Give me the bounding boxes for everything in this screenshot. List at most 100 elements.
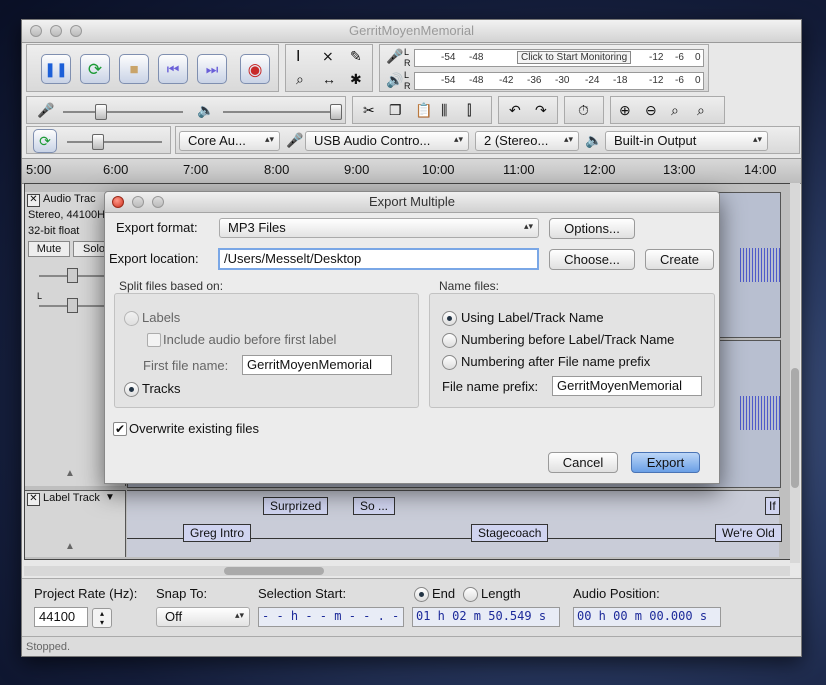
horizontal-scrollbar[interactable] <box>24 566 790 576</box>
zoom-window-button[interactable] <box>70 25 82 37</box>
skip-start-button[interactable]: ⏮ <box>158 54 188 84</box>
monitor-prompt[interactable]: Click to Start Monitoring <box>517 51 632 64</box>
mixer-toolbar: 🎤 🔈 <box>26 96 346 124</box>
transcription-toolbar: ⟳ <box>26 126 171 154</box>
labels-option-label: Labels <box>142 310 181 325</box>
play-speed-slider[interactable] <box>67 141 162 143</box>
labels-radio[interactable] <box>124 311 139 326</box>
export-format-select[interactable]: MP3 Files ▴▾ <box>219 218 539 238</box>
dialog-zoom-button[interactable] <box>152 196 164 208</box>
input-device-select[interactable]: USB Audio Contro... ▴▾ <box>305 131 469 151</box>
edit-toolbar: ✂ ❐ 📋 ⫼ ⫿ <box>352 96 492 124</box>
audio-host-select[interactable]: Core Au... ▴▾ <box>179 131 280 151</box>
zoom-out-icon[interactable]: ⊖ <box>645 103 657 117</box>
label-item[interactable]: Stagecoach <box>471 524 549 542</box>
record-meter[interactable]: -54 -48 Click to Start Monitoring -12 -6… <box>414 49 704 67</box>
fit-project-icon[interactable]: ⌕ <box>697 103 705 117</box>
label-track-panel: ✕ Label Track ▼ ▲ <box>25 490 126 557</box>
undo-icon[interactable]: ↶ <box>509 103 521 117</box>
fit-selection-icon[interactable]: ⌕ <box>671 103 679 117</box>
gain-thumb[interactable] <box>67 268 78 283</box>
vertical-scroll-thumb[interactable] <box>791 368 799 488</box>
skip-end-button[interactable]: ⏭ <box>197 54 227 84</box>
envelope-tool-icon[interactable]: ⨯ <box>322 49 334 63</box>
dialog-minimize-button[interactable] <box>132 196 144 208</box>
output-volume-slider[interactable] <box>223 111 338 113</box>
minimize-window-button[interactable] <box>50 25 62 37</box>
input-volume-slider[interactable] <box>63 111 183 113</box>
close-icon[interactable]: ✕ <box>27 493 40 506</box>
record-button[interactable]: ◉ <box>240 54 270 84</box>
selection-tool-icon[interactable]: I <box>296 49 300 65</box>
timeshift-tool-icon[interactable]: ↔ <box>322 72 336 86</box>
tracks-radio[interactable] <box>124 382 139 397</box>
options-button[interactable]: Options... <box>549 218 635 239</box>
label-item[interactable]: If <box>765 497 780 515</box>
speaker-icon: 🔊 <box>386 72 404 88</box>
cut-icon[interactable]: ✂ <box>363 103 375 117</box>
include-audio-checkbox[interactable] <box>147 333 161 347</box>
draw-tool-icon[interactable]: ✎ <box>350 49 362 63</box>
label-track-area[interactable]: Surprized So ... Greg Intro Stagecoach W… <box>127 490 782 557</box>
label-item[interactable]: So ... <box>353 497 396 515</box>
dialog-close-button[interactable] <box>112 196 124 208</box>
output-device-select[interactable]: Built-in Output ▴▾ <box>605 131 768 151</box>
cancel-button[interactable]: Cancel <box>548 452 618 473</box>
name-numbering-before-radio[interactable] <box>442 333 457 348</box>
pause-button[interactable]: ❚❚ <box>41 54 71 84</box>
length-radio[interactable] <box>463 587 478 602</box>
label-track-name[interactable]: Label Track <box>43 492 100 504</box>
input-volume-thumb[interactable] <box>95 104 107 120</box>
audio-track-name[interactable]: Audio Trac <box>43 193 96 205</box>
device-toolbar: Core Au... ▴▾ 🎤 USB Audio Contro... ▴▾ 2 (… <box>175 126 800 154</box>
zoom-tool-icon[interactable]: ⌕ <box>296 72 304 86</box>
mute-button[interactable]: Mute <box>28 241 70 257</box>
paste-icon[interactable]: 📋 <box>415 103 432 117</box>
redo-icon[interactable]: ↷ <box>535 103 547 117</box>
stop-button[interactable]: ■ <box>119 54 149 84</box>
sync-lock-icon[interactable]: ⏱ <box>578 103 589 117</box>
track-menu-icon[interactable]: ▼ <box>105 492 115 503</box>
selection-start-field[interactable]: - - h - - m - - . - - - s <box>258 607 404 627</box>
export-button[interactable]: Export <box>631 452 700 473</box>
first-file-name-field[interactable]: GerritMoyenMemorial <box>242 355 392 375</box>
vertical-scrollbar[interactable] <box>790 183 800 563</box>
chevron-updown-icon: ▴▾ <box>563 134 573 144</box>
rate-stepper[interactable]: ▴ ▾ <box>92 608 112 628</box>
snap-to-select[interactable]: Off ▴▾ <box>156 607 250 627</box>
label-item[interactable]: We're Old <box>715 524 782 542</box>
selection-end-field[interactable]: 01 h 02 m 50.549 s <box>412 607 560 627</box>
create-button[interactable]: Create <box>645 249 714 270</box>
file-name-prefix-field[interactable]: GerritMoyenMemorial <box>552 376 702 396</box>
end-radio[interactable] <box>414 587 429 602</box>
playback-meter[interactable]: -54 -48 -42 -36 -30 -24 -18 -12 -6 0 <box>414 72 704 90</box>
export-location-field[interactable]: /Users/Messelt/Desktop <box>218 248 539 270</box>
timeline-ruler[interactable]: 5:00 6:00 7:00 8:00 9:00 10:00 11:00 12:… <box>22 158 801 184</box>
pan-thumb[interactable] <box>67 298 78 313</box>
label-item[interactable]: Surprized <box>263 497 329 515</box>
label-item[interactable]: Greg Intro <box>183 524 252 542</box>
name-numbering-after-radio[interactable] <box>442 355 457 370</box>
horizontal-scroll-thumb[interactable] <box>224 567 324 575</box>
export-format-label: Export format: <box>116 220 198 235</box>
collapse-track-icon[interactable]: ▲ <box>65 541 75 552</box>
play-speed-thumb[interactable] <box>92 134 104 150</box>
audio-position-field[interactable]: 00 h 00 m 00.000 s <box>573 607 721 627</box>
choose-button[interactable]: Choose... <box>549 249 635 270</box>
multi-tool-icon[interactable]: ✱ <box>350 72 362 86</box>
overwrite-checkbox[interactable]: ✔ <box>113 422 127 436</box>
split-files-group: Labels Include audio before first label … <box>114 293 419 408</box>
zoom-in-icon[interactable]: ⊕ <box>619 103 631 117</box>
play-at-speed-button[interactable]: ⟳ <box>33 129 57 153</box>
output-volume-thumb[interactable] <box>330 104 342 120</box>
silence-icon[interactable]: ⫿ <box>467 103 471 117</box>
collapse-track-icon[interactable]: ▲ <box>65 468 75 479</box>
close-icon[interactable]: ✕ <box>27 194 40 207</box>
close-window-button[interactable] <box>30 25 42 37</box>
project-rate-field[interactable]: 44100 <box>34 607 88 627</box>
name-using-label-radio[interactable] <box>442 311 457 326</box>
play-button[interactable]: ⟳ <box>80 54 110 84</box>
copy-icon[interactable]: ❐ <box>389 103 402 117</box>
trim-icon[interactable]: ⫼ <box>441 103 447 117</box>
channels-select[interactable]: 2 (Stereo... ▴▾ <box>475 131 579 151</box>
